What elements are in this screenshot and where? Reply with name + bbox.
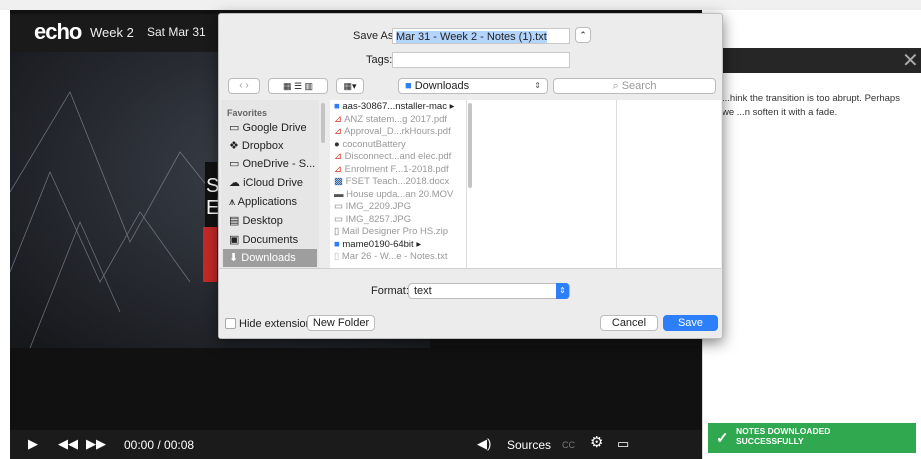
save-button[interactable]: Save: [663, 315, 718, 331]
echo-logo: echo: [34, 19, 82, 44]
save-as-input[interactable]: Mar 31 - Week 2 - Notes (1).txt: [392, 28, 570, 44]
sidebar-item-downloads[interactable]: ⬇ Downloads: [223, 249, 317, 267]
sidebar-item-applications[interactable]: ⩚ Applications: [229, 193, 317, 211]
week-label: Week 2: [90, 25, 134, 40]
text-file-icon: ▯: [334, 251, 342, 262]
layout-toggle-icon[interactable]: ▭: [617, 436, 629, 452]
date-label: Sat Mar 31: [147, 25, 206, 39]
applications-icon: ⩚: [229, 196, 238, 208]
course-icon[interactable]: ⌂: [898, 22, 908, 42]
save-as-value: Mar 31 - Week 2 - Notes (1).txt: [396, 31, 547, 43]
course-title: Y10001 - ADVANCED DI...: [722, 20, 921, 40]
rewind-icon[interactable]: ◀◀: [58, 436, 78, 452]
back-forward-buttons[interactable]: ‹ ›: [228, 78, 260, 94]
time-display: 00:00 / 00:08: [124, 438, 195, 452]
pdf-icon: ⊿: [334, 163, 345, 175]
view-mode-buttons[interactable]: ▦ ☰ ▥: [268, 78, 328, 94]
list-item[interactable]: ⊿ Disconnect...and elec.pdf: [334, 151, 466, 164]
zip-file-icon: ▯: [334, 226, 342, 237]
location-label: Downloads: [414, 80, 470, 92]
tags-input[interactable]: [392, 52, 570, 68]
notes-panel: [702, 73, 921, 459]
check-icon: ✓: [716, 430, 729, 447]
list-item[interactable]: ▬ House upda...an 20.MOV: [334, 189, 466, 202]
file-list: ■ aas-30867...nstaller-mac ▸ ⊿ ANZ state…: [334, 101, 466, 264]
notes-header: [702, 48, 921, 73]
sidebar-item-onedrive[interactable]: ▭ OneDrive - S...: [229, 155, 317, 173]
gallery-view-button[interactable]: ▦▾: [336, 78, 364, 94]
sidebar-item-dropbox[interactable]: ❖ Dropbox: [229, 137, 317, 155]
pdf-icon: ⊿: [334, 151, 345, 162]
new-folder-button[interactable]: New Folder: [307, 315, 375, 331]
sidebar-item-google-drive[interactable]: ▭ Google Drive: [229, 119, 317, 137]
format-label: Format:: [371, 285, 409, 297]
hide-extension-label: Hide extension: [239, 318, 312, 330]
sidebar-scrollbar[interactable]: [321, 103, 325, 143]
location-select[interactable]: ■ Downloads ⇕: [398, 78, 548, 94]
folder-icon: ▭: [229, 122, 243, 134]
chevron-updown-icon: ⇕: [556, 283, 569, 299]
cancel-button[interactable]: Cancel: [600, 315, 658, 331]
documents-icon: ▣: [229, 234, 243, 246]
list-item[interactable]: ▯ Mar 26 - W...e - Notes.txt: [334, 251, 466, 264]
play-icon[interactable]: ▶: [28, 436, 38, 452]
list-item[interactable]: ■ aas-30867...nstaller-mac ▸: [334, 101, 466, 114]
desktop-icon: ▤: [229, 215, 243, 227]
hide-extension-checkbox[interactable]: [225, 318, 236, 329]
dropbox-icon: ❖: [229, 140, 242, 152]
settings-gear-icon[interactable]: ⚙: [590, 433, 603, 451]
folder-icon: ■: [405, 80, 412, 92]
list-item[interactable]: ▭ IMG_8257.JPG: [334, 214, 466, 227]
file-column-scrollbar[interactable]: [468, 103, 472, 188]
volume-icon[interactable]: ◀): [477, 436, 491, 452]
fast-forward-icon[interactable]: ▶▶: [86, 436, 106, 452]
sidebar-heading: Favorites: [227, 108, 268, 118]
list-item[interactable]: ⊿ ANZ statem...g 2017.pdf: [334, 114, 466, 127]
sources-button[interactable]: Sources: [507, 438, 551, 452]
list-item[interactable]: ● coconutBattery: [334, 139, 466, 152]
search-placeholder: Search: [621, 80, 657, 92]
chevron-updown-icon: ⇕: [534, 81, 541, 90]
collapse-button[interactable]: ⌃: [575, 27, 591, 43]
word-doc-icon: ▩: [334, 176, 346, 187]
format-value: text: [414, 285, 432, 297]
list-item[interactable]: ▯ Mail Designer Pro HS.zip: [334, 226, 466, 239]
empty-column-3: [616, 100, 721, 268]
list-item[interactable]: ■ mame0190-64bit ▸: [334, 239, 466, 252]
search-icon: ⌕: [612, 80, 619, 92]
list-item[interactable]: ⊿ Approval_D...rkHours.pdf: [334, 126, 466, 139]
pdf-icon: ⊿: [334, 113, 345, 125]
image-file-icon: ▭: [334, 213, 346, 225]
image-file-icon: ▭: [334, 201, 346, 212]
folder-icon: ▭: [229, 158, 243, 170]
tags-label: Tags:: [366, 54, 393, 66]
top-strip: [0, 0, 921, 10]
toast-message: NOTES DOWNLOADED SUCCESSFULLY: [736, 426, 831, 446]
video-file-icon: ▬: [334, 188, 347, 200]
note-text[interactable]: ...hink the transition is too abrupt. Pe…: [722, 92, 914, 120]
sidebar-item-documents[interactable]: ▣ Documents: [229, 231, 317, 249]
close-icon[interactable]: ✕: [902, 48, 919, 73]
sidebar-item-desktop[interactable]: ▤ Desktop: [229, 212, 317, 230]
sidebar-item-icloud-drive[interactable]: ☁ iCloud Drive: [229, 174, 317, 192]
download-icon: ⬇: [229, 252, 242, 264]
cloud-icon: ☁: [229, 177, 244, 189]
empty-column-2: [466, 100, 617, 268]
format-select[interactable]: text ⇕: [408, 283, 570, 299]
cc-button[interactable]: CC: [562, 440, 575, 450]
list-item[interactable]: ▭ IMG_2209.JPG: [334, 201, 466, 214]
save-as-label: Save As:: [353, 30, 397, 42]
list-item[interactable]: ▩ FSET Teach...2018.docx: [334, 176, 466, 189]
list-item[interactable]: ⊿ Enrolment F...1-2018.pdf: [334, 164, 466, 177]
pdf-icon: ⊿: [334, 126, 345, 137]
search-field[interactable]: ⌕ Search: [553, 78, 716, 94]
